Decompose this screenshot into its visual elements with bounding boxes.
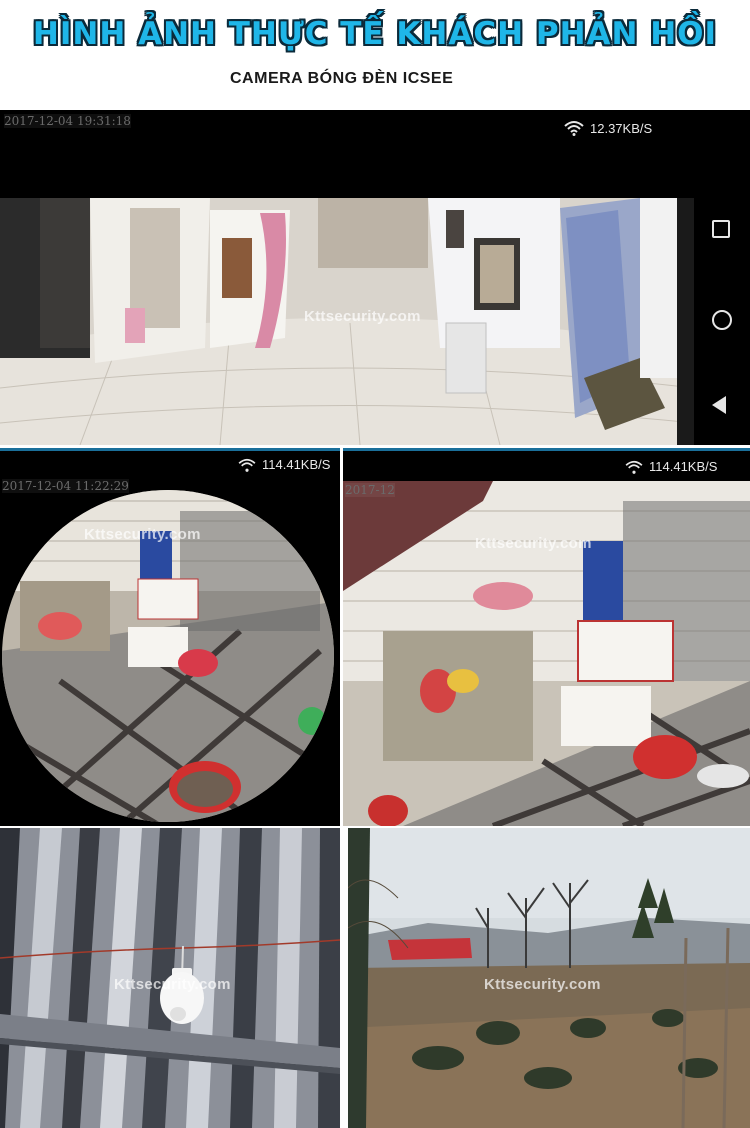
- fisheye-screenshot: 2017-12-04 11:22:29 114.41KB/S Kttsecuri…: [0, 451, 340, 826]
- network-speed-value: 12.37KB/S: [590, 120, 653, 136]
- network-speed: 12.37KB/S: [564, 120, 652, 136]
- network-speed: 114.41KB/S: [625, 459, 717, 474]
- video-timestamp: 2017-12: [345, 483, 395, 497]
- android-nav-bar: [694, 198, 750, 445]
- home-icon[interactable]: [712, 310, 732, 330]
- watermark: Kttsecurity.com: [484, 976, 601, 993]
- page-subtitle: CAMERA BÓNG ĐÈN ICSEE: [230, 70, 454, 87]
- watermark: Kttsecurity.com: [84, 526, 201, 543]
- watermark: Kttsecurity.com: [114, 976, 231, 993]
- back-icon[interactable]: [712, 396, 726, 414]
- panorama-screenshot: 2017-12-04 19:31:18 12.37KB/S Kttsecurit…: [0, 110, 750, 445]
- wifi-icon: [564, 121, 584, 136]
- fisheye-scene: [2, 490, 334, 822]
- dewarped-scene: [343, 481, 750, 826]
- page-title: HÌNH ẢNH THỰC TẾ KHÁCH PHẢN HỒI: [32, 16, 718, 52]
- watermark: Kttsecurity.com: [304, 308, 421, 325]
- video-timestamp: 2017-12-04 19:31:18: [4, 114, 131, 128]
- dewarped-screenshot: 114.41KB/S 2017-12 Kttsecurity.com: [343, 451, 750, 826]
- watermark: Kttsecurity.com: [475, 535, 592, 552]
- recent-apps-icon[interactable]: [712, 220, 730, 238]
- installed-bulb-photo: Kttsecurity.com: [0, 828, 340, 1128]
- wifi-icon: [625, 460, 643, 474]
- outdoor-photo: Kttsecurity.com: [348, 828, 750, 1128]
- network-speed-value: 114.41KB/S: [649, 459, 718, 474]
